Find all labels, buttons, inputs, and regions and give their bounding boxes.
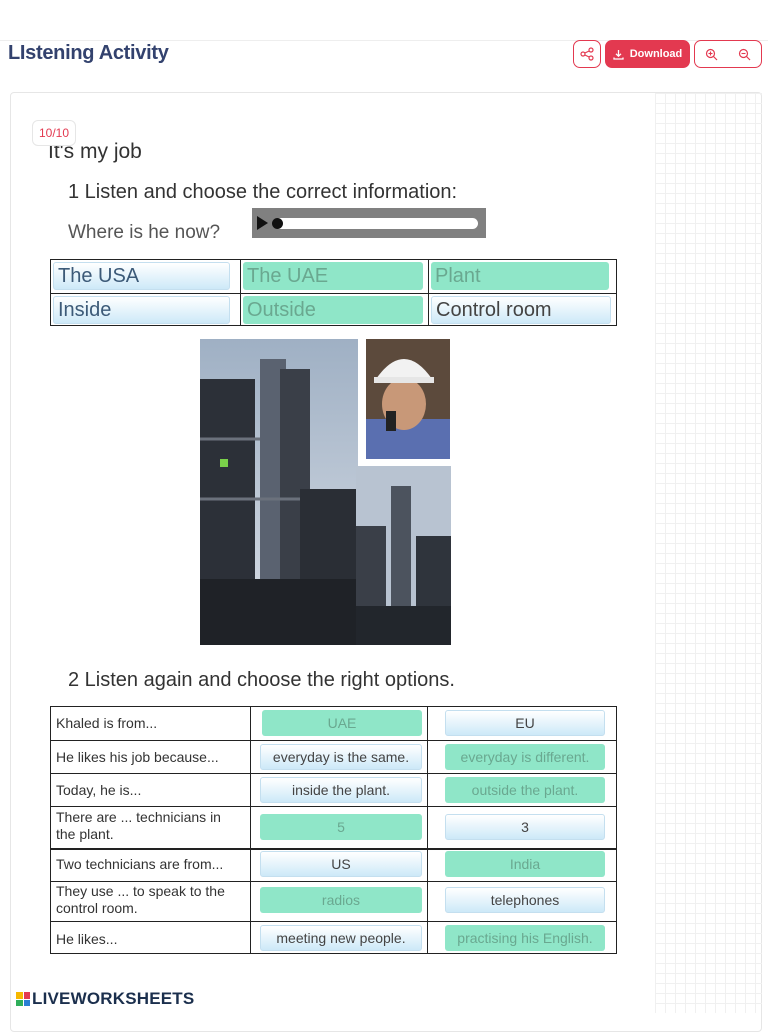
question-label: He likes his job because... bbox=[56, 749, 219, 765]
answer-option[interactable]: UAE bbox=[262, 710, 422, 736]
table-divider bbox=[51, 921, 616, 922]
option-outside[interactable]: Outside bbox=[243, 296, 423, 324]
question-label: They use ... to speak to the control roo… bbox=[56, 883, 225, 916]
download-icon bbox=[613, 49, 624, 60]
answer-option[interactable]: 3 bbox=[445, 814, 605, 840]
page-counter-badge: 10/10 bbox=[32, 120, 76, 146]
zoom-out-button[interactable] bbox=[728, 41, 761, 67]
zoom-in-icon bbox=[705, 48, 718, 60]
answer-option[interactable]: 5 bbox=[260, 814, 422, 840]
task1-heading: 1 Listen and choose the correct informat… bbox=[68, 181, 458, 203]
option-the-uae[interactable]: The UAE bbox=[243, 262, 423, 290]
answer-option[interactable]: meeting new people. bbox=[260, 925, 422, 951]
worker-photo bbox=[366, 339, 450, 459]
options-table-2: Khaled is from... UAE EU He likes his jo… bbox=[50, 706, 617, 954]
option-the-usa[interactable]: The USA bbox=[53, 262, 230, 290]
question-label: Today, he is... bbox=[56, 782, 142, 798]
answer-option[interactable]: everyday is different. bbox=[445, 744, 605, 770]
zoom-controls bbox=[694, 40, 762, 68]
download-button[interactable]: Download bbox=[605, 40, 690, 68]
top-bar bbox=[0, 0, 768, 40]
brand-logo-icon bbox=[16, 992, 30, 1006]
tower-photo bbox=[356, 466, 451, 645]
answer-option[interactable]: everyday is the same. bbox=[260, 744, 422, 770]
share-button[interactable] bbox=[573, 40, 601, 68]
play-icon[interactable] bbox=[257, 216, 268, 230]
question-label: There are ... technicians in the plant. bbox=[56, 809, 221, 842]
answer-option[interactable]: telephones bbox=[445, 887, 605, 913]
table-divider bbox=[51, 773, 616, 774]
table-divider bbox=[250, 707, 251, 953]
question-text: Where is he now? bbox=[68, 222, 221, 243]
download-label: Download bbox=[629, 48, 683, 60]
options-table-1: The USA The UAE Plant Inside Outside Con… bbox=[50, 259, 617, 326]
table-divider bbox=[428, 260, 429, 325]
question-label: He likes... bbox=[56, 931, 118, 947]
zoom-out-icon bbox=[738, 48, 751, 60]
answer-option[interactable]: inside the plant. bbox=[260, 777, 422, 803]
answer-option[interactable]: India bbox=[445, 851, 605, 877]
audio-progress-track[interactable] bbox=[274, 218, 478, 229]
task2-heading: 2 Listen again and choose the right opti… bbox=[68, 669, 455, 691]
table-divider bbox=[51, 740, 616, 741]
refinery-photo bbox=[200, 339, 358, 645]
table-divider bbox=[51, 806, 616, 807]
share-icon bbox=[580, 47, 594, 61]
option-inside[interactable]: Inside bbox=[53, 296, 230, 324]
brand-name: LIVEWORKSHEETS bbox=[32, 989, 195, 1008]
zoom-in-button[interactable] bbox=[695, 41, 728, 67]
option-plant[interactable]: Plant bbox=[431, 262, 609, 290]
liveworksheets-logo: LIVEWORKSHEETS bbox=[16, 989, 194, 1009]
table-divider bbox=[51, 848, 616, 850]
table-divider bbox=[51, 881, 616, 882]
answer-option[interactable]: radios bbox=[260, 887, 422, 913]
answer-option[interactable]: practising his English. bbox=[445, 925, 605, 951]
table-divider bbox=[51, 293, 616, 294]
question-label: Two technicians are from... bbox=[56, 856, 224, 872]
audio-player[interactable] bbox=[252, 208, 486, 238]
audio-progress-knob[interactable] bbox=[272, 218, 283, 229]
table-divider bbox=[427, 707, 428, 953]
answer-option[interactable]: EU bbox=[445, 710, 605, 736]
option-control-room[interactable]: Control room bbox=[431, 296, 611, 324]
question-label: Khaled is from... bbox=[56, 715, 158, 731]
worksheet-grid-background bbox=[655, 93, 762, 1013]
table-divider bbox=[240, 260, 241, 325]
answer-option[interactable]: outside the plant. bbox=[445, 777, 605, 803]
answer-option[interactable]: US bbox=[260, 851, 422, 877]
page-title: LIstening Activity bbox=[8, 42, 169, 64]
